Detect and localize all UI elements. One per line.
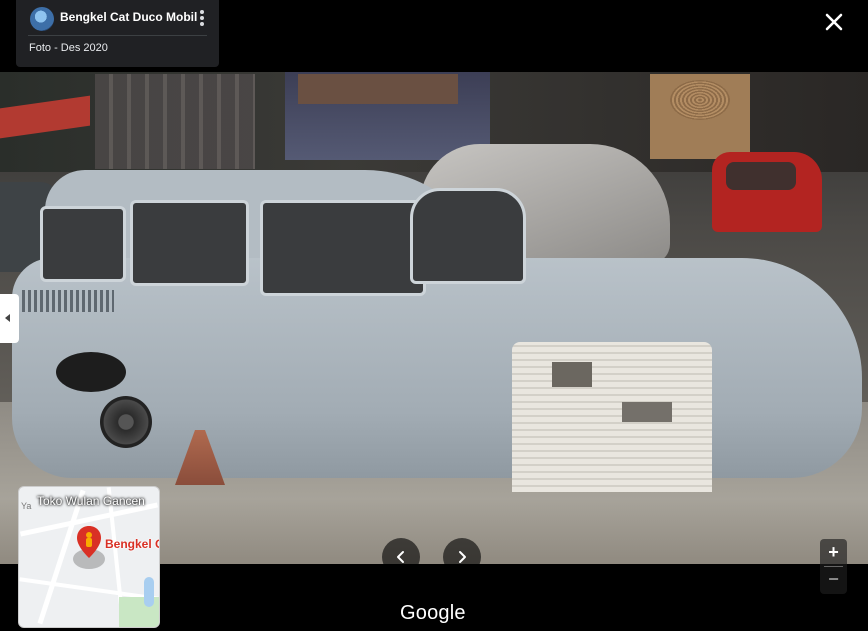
car-wheel-arch-rear (56, 352, 126, 392)
map-water (144, 577, 154, 607)
map-street-text: Ya (21, 501, 32, 511)
photo-date: Foto - Des 2020 (29, 42, 108, 54)
car-window-front (260, 200, 426, 296)
previous-photo-button[interactable] (382, 538, 420, 576)
collapse-panel-button[interactable] (0, 294, 19, 343)
place-card: Bengkel Cat Duco Mobil Foto - Des 2020 (16, 0, 219, 67)
google-logo: Google (400, 602, 466, 624)
minimap-title: Toko Wulan Gancen (37, 494, 145, 508)
chevron-left-icon (397, 551, 404, 563)
card-divider (28, 35, 207, 36)
place-avatar-icon[interactable] (30, 7, 54, 31)
car-vent (22, 290, 114, 312)
tarp-wall (95, 74, 255, 169)
map-pin-icon (76, 525, 102, 559)
car-window-middle (130, 200, 249, 286)
more-vert-icon[interactable] (196, 8, 208, 28)
car-body (12, 258, 862, 478)
zoom-in-button[interactable]: + (820, 539, 847, 566)
newspaper-wheel-cover (512, 342, 712, 492)
place-title[interactable]: Bengkel Cat Duco Mobil (60, 10, 197, 24)
close-icon (825, 13, 843, 31)
brake-drum (100, 396, 152, 448)
red-car (712, 152, 822, 232)
poster (298, 74, 458, 104)
minimap[interactable]: Ya Toko Wulan Gancen Bengkel C (18, 486, 160, 628)
car-window-rear (40, 206, 126, 282)
wooden-cabinet (650, 74, 750, 159)
chevron-right-icon (459, 551, 466, 563)
car-windshield (410, 188, 526, 284)
minimap-place-label: Bengkel C (105, 537, 160, 551)
zoom-out-button[interactable]: − (820, 567, 847, 594)
close-button[interactable] (820, 8, 848, 36)
next-photo-button[interactable] (443, 538, 481, 576)
zoom-control: + − (820, 539, 847, 594)
